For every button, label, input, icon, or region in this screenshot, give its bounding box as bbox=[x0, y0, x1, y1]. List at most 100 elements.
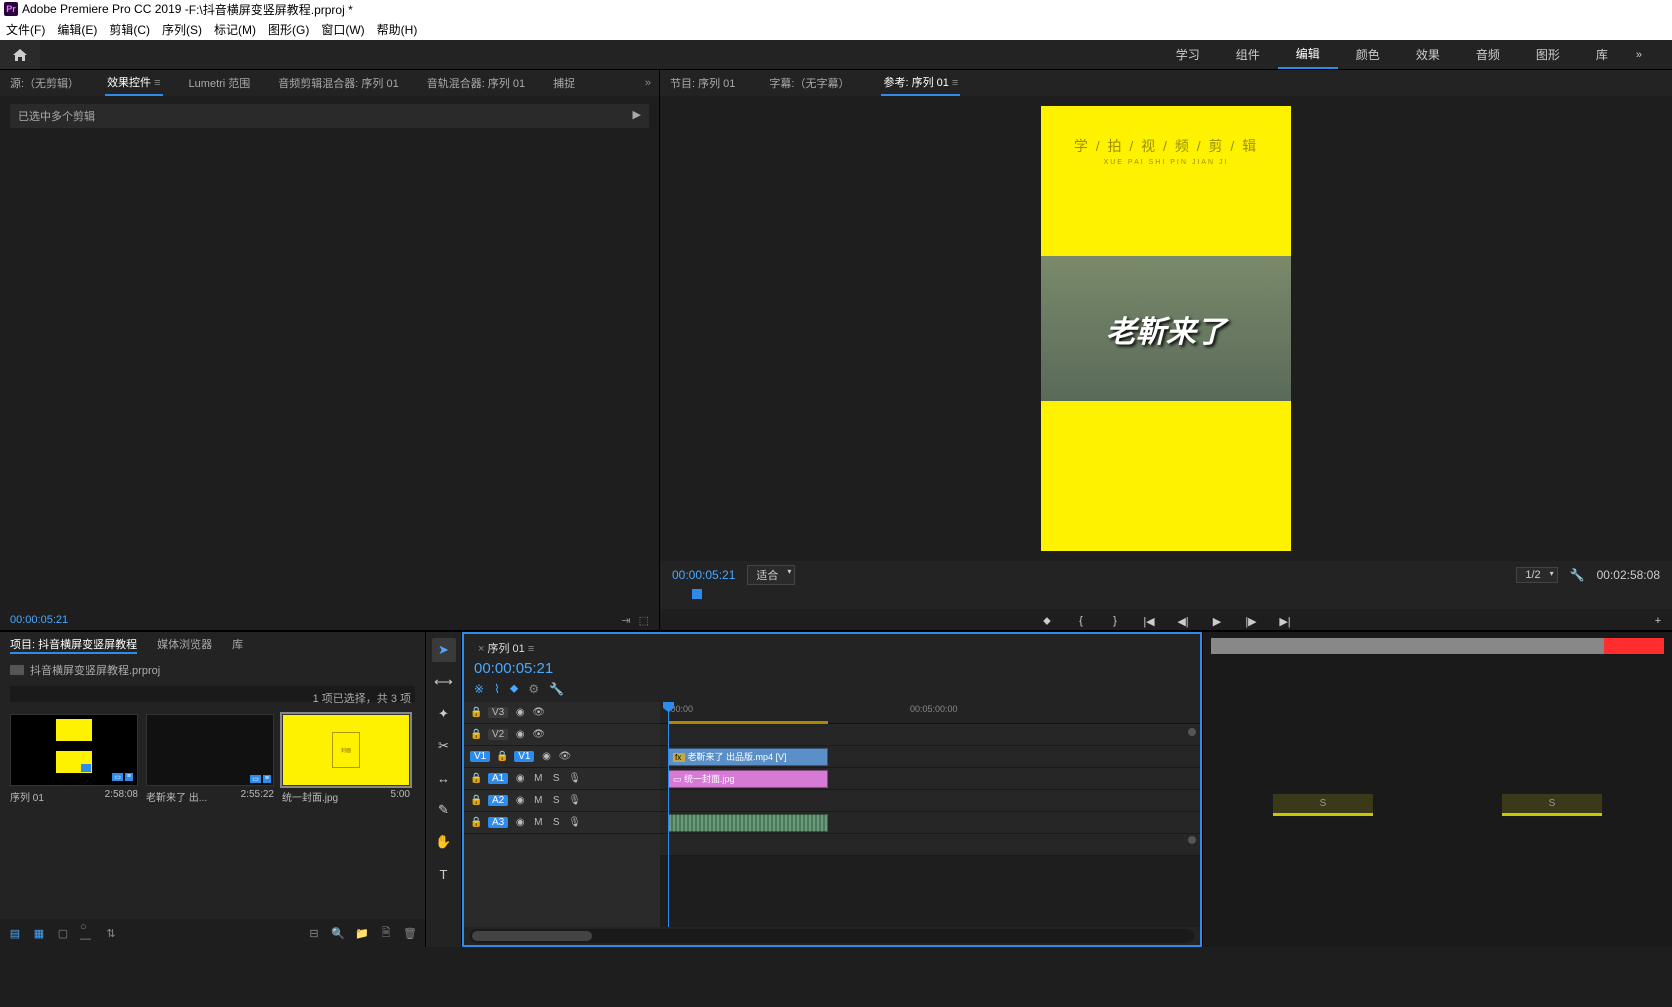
zoom-slider[interactable]: ○— bbox=[80, 926, 94, 940]
track-area[interactable]: :00:00 00:05:00:00 老靳来了 出品版.mp4 [V] 统一封面… bbox=[660, 702, 1200, 927]
ripple-edit-tool[interactable]: ✦ bbox=[432, 702, 456, 726]
resolution-dropdown[interactable]: 1/2 bbox=[1516, 567, 1557, 583]
source-insert-icon[interactable]: ⇥ bbox=[621, 614, 630, 627]
clip-video[interactable]: 老靳来了 出品版.mp4 [V] bbox=[668, 748, 828, 766]
tab-media-browser[interactable]: 媒体浏览器 bbox=[157, 636, 212, 654]
home-button[interactable] bbox=[0, 40, 40, 69]
tab-effect-controls[interactable]: 效果控件 bbox=[105, 70, 162, 96]
source-tabs-overflow[interactable]: » bbox=[645, 77, 651, 89]
tab-project[interactable]: 项目: 抖音横屏变竖屏教程 bbox=[10, 636, 137, 654]
new-bin-icon[interactable]: 📁 bbox=[355, 926, 369, 940]
clip-audio[interactable] bbox=[668, 814, 828, 832]
automate-to-seq-icon[interactable]: ⊟ bbox=[307, 926, 321, 940]
program-timecode-left[interactable]: 00:00:05:21 bbox=[672, 568, 735, 582]
track-v1[interactable]: 统一封面.jpg bbox=[660, 768, 1200, 790]
track-header-v1[interactable]: V1🔒V1◉👁 bbox=[464, 746, 660, 768]
delete-icon[interactable]: 🗑 bbox=[403, 926, 417, 940]
track-a3[interactable] bbox=[660, 834, 1200, 856]
timeline-hscroll[interactable] bbox=[470, 929, 1194, 943]
settings-wrench-icon[interactable]: 🔧 bbox=[1570, 568, 1585, 582]
new-item-icon[interactable]: 🗎 bbox=[379, 926, 393, 940]
solo-right[interactable]: S bbox=[1502, 794, 1602, 816]
sort-icon[interactable]: ⇅ bbox=[104, 926, 118, 940]
ws-effects[interactable]: 效果 bbox=[1398, 40, 1458, 69]
tab-source-noclip[interactable]: 源:（无剪辑） bbox=[8, 71, 81, 95]
ws-libraries[interactable]: 库 bbox=[1578, 40, 1626, 69]
track-v2[interactable]: 老靳来了 出品版.mp4 [V] bbox=[660, 746, 1200, 768]
menu-help[interactable]: 帮助(H) bbox=[377, 21, 418, 38]
selection-tool[interactable]: ➤ bbox=[432, 638, 456, 662]
mark-out-button[interactable]: } bbox=[1107, 613, 1123, 629]
project-breadcrumb[interactable]: 抖音横屏变竖屏教程.prproj bbox=[0, 658, 425, 682]
linked-selection-icon[interactable]: ⌇ bbox=[494, 682, 500, 696]
ws-learn[interactable]: 学习 bbox=[1158, 40, 1218, 69]
type-tool[interactable]: T bbox=[432, 862, 456, 886]
menu-window[interactable]: 窗口(W) bbox=[321, 21, 364, 38]
source-overwrite-icon[interactable]: ⬚ bbox=[639, 614, 649, 627]
ws-editing[interactable]: 编辑 bbox=[1278, 40, 1338, 69]
bin-item-cover[interactable]: 封面 统一封面.jpg5:00 bbox=[282, 714, 410, 804]
ws-graphics[interactable]: 图形 bbox=[1518, 40, 1578, 69]
slip-tool[interactable]: ↔ bbox=[432, 766, 456, 790]
bin-item-sequence[interactable]: ▭≡ 序列 012:58:08 bbox=[10, 714, 138, 804]
tab-audio-track-mixer[interactable]: 音轨混合器: 序列 01 bbox=[425, 71, 527, 95]
timeline-wrench-icon[interactable]: 🔧 bbox=[549, 682, 564, 696]
track-header-a2[interactable]: 🔒A2◉MS🎙 bbox=[464, 790, 660, 812]
track-a2[interactable] bbox=[660, 812, 1200, 834]
track-header-v3[interactable]: 🔒V3◉👁 bbox=[464, 702, 660, 724]
scrubber-playhead[interactable] bbox=[692, 589, 702, 599]
button-editor-plus-icon[interactable]: + bbox=[1650, 613, 1666, 629]
zoom-fit-dropdown[interactable]: 适合 bbox=[747, 565, 795, 585]
track-header-v2[interactable]: 🔒V2◉👁 bbox=[464, 724, 660, 746]
menu-clip[interactable]: 剪辑(C) bbox=[109, 21, 150, 38]
program-monitor[interactable]: 学 / 拍 / 视 / 频 / 剪 / 辑 XUE PAI SHI PIN JI… bbox=[660, 96, 1672, 561]
bin-item-video[interactable]: ▭≡ 老靳来了 出...2:55:22 bbox=[146, 714, 274, 804]
tab-capture[interactable]: 捕捉 bbox=[551, 71, 577, 95]
solo-left[interactable]: S bbox=[1273, 794, 1373, 816]
tab-captions[interactable]: 字幕:（无字幕） bbox=[767, 71, 851, 95]
list-view-icon[interactable]: ▤ bbox=[8, 926, 22, 940]
mark-in-button[interactable]: { bbox=[1073, 613, 1089, 629]
razor-tool[interactable]: ✂ bbox=[432, 734, 456, 758]
find-icon[interactable]: 🔍 bbox=[331, 926, 345, 940]
tab-program[interactable]: 节目: 序列 01 bbox=[668, 71, 737, 95]
play-button[interactable]: ▶ bbox=[1209, 613, 1225, 629]
playhead-line[interactable] bbox=[668, 702, 669, 927]
clip-image[interactable]: 统一封面.jpg bbox=[668, 770, 828, 788]
menu-graphics[interactable]: 图形(G) bbox=[268, 21, 309, 38]
menu-file[interactable]: 文件(F) bbox=[6, 21, 45, 38]
source-timecode[interactable]: 00:00:05:21 bbox=[10, 614, 68, 626]
tab-audio-clip-mixer[interactable]: 音频剪辑混合器: 序列 01 bbox=[276, 71, 400, 95]
tab-lumetri-scopes[interactable]: Lumetri 范围 bbox=[187, 71, 253, 95]
track-a1[interactable] bbox=[660, 790, 1200, 812]
pen-tool[interactable]: ✎ bbox=[432, 798, 456, 822]
track-select-tool[interactable]: ⟷ bbox=[432, 670, 456, 694]
ws-overflow-button[interactable]: » bbox=[1626, 49, 1652, 61]
time-ruler[interactable]: :00:00 00:05:00:00 bbox=[660, 702, 1200, 724]
icon-view-icon[interactable]: ▦ bbox=[32, 926, 46, 940]
snap-toggle-icon[interactable]: ※ bbox=[474, 682, 484, 696]
timeline-settings-icon[interactable]: ⚙ bbox=[528, 682, 539, 696]
track-header-a3[interactable]: 🔒A3◉MS🎙 bbox=[464, 812, 660, 834]
timeline-vscroll[interactable] bbox=[1186, 726, 1198, 911]
ws-color[interactable]: 颜色 bbox=[1338, 40, 1398, 69]
menu-edit[interactable]: 编辑(E) bbox=[57, 21, 97, 38]
track-v3[interactable] bbox=[660, 724, 1200, 746]
ws-audio[interactable]: 音频 bbox=[1458, 40, 1518, 69]
go-to-out-button[interactable]: ▶| bbox=[1277, 613, 1293, 629]
freeform-view-icon[interactable]: ▢ bbox=[56, 926, 70, 940]
menu-sequence[interactable]: 序列(S) bbox=[162, 21, 202, 38]
timeline-timecode[interactable]: 00:00:05:21 bbox=[464, 658, 1200, 679]
add-marker-button[interactable]: ⬥ bbox=[1039, 613, 1055, 629]
monitor-scrubber[interactable] bbox=[672, 589, 1660, 603]
hand-tool[interactable]: ✋ bbox=[432, 830, 456, 854]
step-back-button[interactable]: ◀| bbox=[1175, 613, 1191, 629]
track-header-a1[interactable]: 🔒A1◉MS🎙 bbox=[464, 768, 660, 790]
tab-libraries[interactable]: 库 bbox=[232, 636, 243, 654]
menu-marker[interactable]: 标记(M) bbox=[214, 21, 256, 38]
timeline-tab[interactable]: 序列 01 bbox=[474, 638, 538, 658]
step-forward-button[interactable]: |▶ bbox=[1243, 613, 1259, 629]
tab-reference[interactable]: 参考: 序列 01 bbox=[881, 70, 960, 96]
effect-play-icon[interactable]: ▶ bbox=[633, 108, 641, 124]
ws-assembly[interactable]: 组件 bbox=[1218, 40, 1278, 69]
